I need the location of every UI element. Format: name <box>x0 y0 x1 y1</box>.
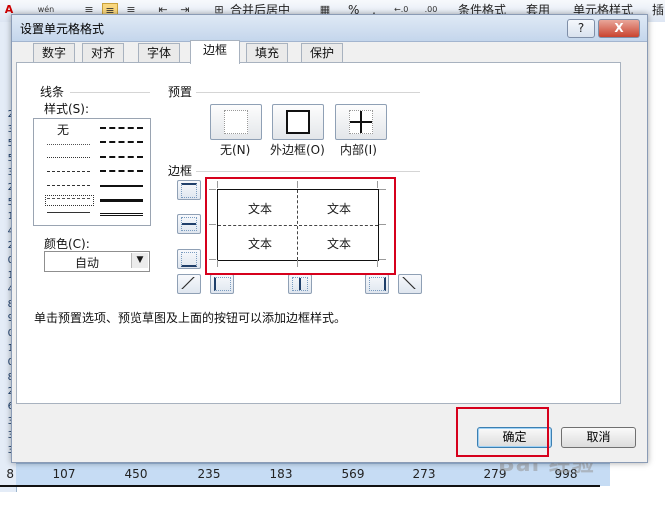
tab-border[interactable]: 边框 <box>190 40 240 64</box>
dialog-titlebar[interactable]: 设置单元格格式 ? X <box>12 15 647 42</box>
insert-button[interactable]: 插 <box>652 1 664 19</box>
line-style-none[interactable]: 无 <box>57 121 69 138</box>
border-right-icon <box>369 277 386 291</box>
table-cell[interactable]: 273 <box>394 467 454 481</box>
table-cell[interactable]: 107 <box>34 467 94 481</box>
preset-outline-button[interactable] <box>272 104 324 140</box>
line-style-option[interactable] <box>47 157 90 158</box>
line-style-option[interactable] <box>47 212 90 213</box>
tab-fill[interactable]: 填充 <box>246 43 288 63</box>
dialog-title: 设置单元格格式 <box>20 22 105 36</box>
help-button[interactable]: ? <box>567 19 595 38</box>
outline-border-icon <box>286 110 310 134</box>
preview-text: 文本 <box>247 202 272 216</box>
line-group-label: 线条 <box>40 85 65 99</box>
border-diagonal-up-button[interactable] <box>177 274 201 294</box>
preview-horizontal-line <box>218 225 378 226</box>
table-cell[interactable]: 183 <box>251 467 311 481</box>
preview-text: 文本 <box>247 237 272 251</box>
border-group-label: 边框 <box>168 164 193 178</box>
color-value: 自动 <box>74 256 99 270</box>
hint-text: 单击预置选项、预览草图及上面的按钮可以添加边框样式。 <box>34 311 347 325</box>
preset-inside-label: 内部(I) <box>340 143 377 157</box>
line-style-option[interactable] <box>100 156 143 158</box>
row-number: 8 <box>6 467 14 481</box>
line-style-option[interactable] <box>100 199 143 202</box>
border-bottom-icon <box>181 252 197 267</box>
border-vertical-icon <box>292 277 308 291</box>
group-divider <box>196 92 420 93</box>
color-label: 颜色(C): <box>44 237 90 251</box>
preset-inside-button[interactable] <box>335 104 387 140</box>
line-style-option[interactable] <box>100 141 143 143</box>
style-label: 样式(S): <box>44 102 90 116</box>
line-style-option[interactable] <box>47 171 90 172</box>
tab-alignment[interactable]: 对齐 <box>82 43 124 63</box>
table-cell[interactable]: 450 <box>106 467 166 481</box>
tab-protection[interactable]: 保护 <box>301 43 343 63</box>
preset-outline-label: 外边框(O) <box>270 143 325 157</box>
inside-border-icon <box>349 110 373 134</box>
chevron-down-icon[interactable]: ▼ <box>131 253 148 268</box>
close-button[interactable]: X <box>598 19 640 38</box>
border-horizontal-icon <box>181 217 197 231</box>
group-divider <box>70 92 150 93</box>
preset-none-button[interactable] <box>210 104 262 140</box>
table-cell[interactable]: 235 <box>179 467 239 481</box>
ok-button-highlight <box>456 407 549 457</box>
line-style-option[interactable] <box>100 127 143 129</box>
cell-border-line <box>0 485 600 487</box>
border-left-button[interactable] <box>210 274 234 294</box>
line-style-option[interactable] <box>100 185 143 187</box>
border-top-button[interactable] <box>177 180 201 200</box>
line-style-list[interactable] <box>33 118 151 226</box>
line-style-option[interactable] <box>47 144 90 145</box>
tab-number[interactable]: 数字 <box>33 43 75 63</box>
table-cell[interactable]: 569 <box>323 467 383 481</box>
border-diagonal-down-button[interactable] <box>398 274 422 294</box>
preset-group-label: 预置 <box>168 85 193 99</box>
group-divider <box>196 171 420 172</box>
line-style-option[interactable] <box>100 213 143 216</box>
cancel-button[interactable]: 取消 <box>561 427 636 448</box>
border-bottom-button[interactable] <box>177 249 201 269</box>
preset-none-label: 无(N) <box>220 143 251 157</box>
diagonal-down-icon <box>402 277 416 289</box>
border-middle-horizontal-button[interactable] <box>177 214 201 234</box>
border-left-icon <box>214 277 231 291</box>
preview-text: 文本 <box>326 202 351 216</box>
line-style-option[interactable] <box>47 185 90 186</box>
sheet-area <box>646 22 665 492</box>
selected-line-style <box>45 195 94 206</box>
diagonal-up-icon <box>181 277 195 289</box>
preview-text: 文本 <box>326 237 351 251</box>
line-style-option[interactable] <box>100 170 143 172</box>
border-right-button[interactable] <box>365 274 389 294</box>
border-middle-vertical-button[interactable] <box>288 274 312 294</box>
tab-font[interactable]: 字体 <box>138 43 180 63</box>
border-top-icon <box>181 183 197 198</box>
border-preview[interactable]: 文本 文本 文本 文本 <box>217 189 379 261</box>
color-dropdown[interactable]: 自动 ▼ <box>44 251 150 272</box>
no-border-icon <box>224 110 248 134</box>
